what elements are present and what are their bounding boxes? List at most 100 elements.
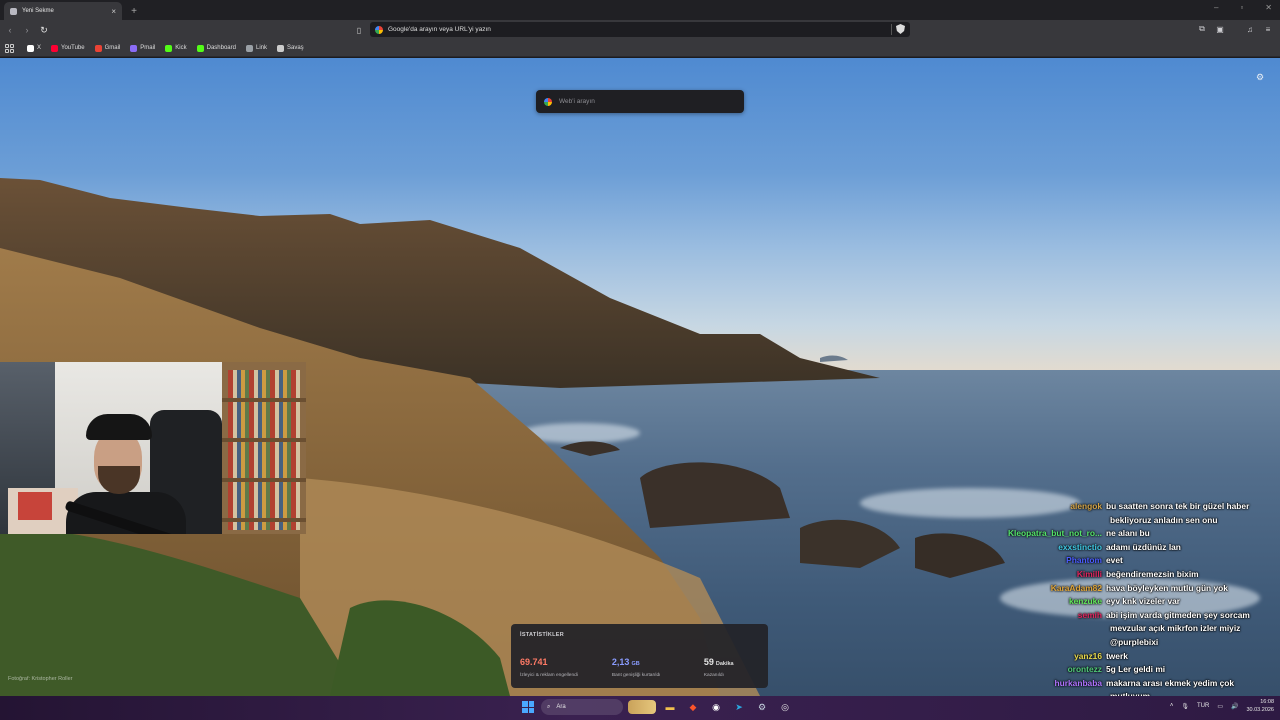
streamer-beard	[98, 466, 140, 494]
language-indicator[interactable]: TUR	[1197, 703, 1209, 709]
widgets-icon[interactable]	[628, 700, 656, 714]
chat-username[interactable]: Kleopatra_but_not_ro...	[960, 527, 1106, 541]
chat-message-continuation: mevzular açık mikrfon izler miyiz	[960, 622, 1278, 636]
chat-message: alengok bu saatten sonra tek bir güzel ha…	[960, 500, 1278, 514]
chat-text: mevzular açık mikrfon izler miyiz	[1110, 623, 1241, 634]
chat-text: twerk	[1106, 650, 1128, 661]
chat-message: kenzuke eyv knk vizeler var	[960, 595, 1278, 609]
bookmark-label: Savaş	[287, 45, 304, 51]
web-search-placeholder: Web'i arayın	[559, 98, 595, 105]
chat-username[interactable]: orontezz	[960, 663, 1106, 677]
chat-username[interactable]: yanz16	[960, 650, 1106, 664]
chat-username[interactable]: kenzuke	[960, 595, 1106, 609]
stat-time: 59 Dakika Kazanıldı	[704, 652, 759, 678]
media-icon[interactable]: ♫	[1244, 23, 1256, 35]
bookmark-6[interactable]: Link	[243, 42, 270, 55]
gmail-icon	[94, 44, 102, 52]
steam-icon[interactable]: ⚙	[753, 698, 771, 716]
chat-message: KaraAdam82 hava böyleyken mutlu gün yok	[960, 582, 1278, 596]
toolbar-spacer	[1232, 23, 1238, 35]
obs-icon[interactable]: ◎	[776, 698, 794, 716]
chat-username[interactable]: exxstinctio	[960, 541, 1106, 555]
chat-text: hava böyleyken mutlu gün yok	[1106, 582, 1228, 593]
microphone-icon[interactable]: 🎙	[1181, 703, 1189, 710]
wallet-icon[interactable]: ▣	[1214, 23, 1226, 35]
new-tab-button[interactable]: +	[126, 2, 142, 20]
network-icon[interactable]: ▭	[1217, 703, 1223, 710]
window-controls: – ▫ ✕	[1214, 3, 1272, 12]
kick-icon	[165, 44, 173, 52]
bookmark-2[interactable]: Gmail	[92, 42, 124, 55]
bookmark-list: X YouTube Gmail Pmail Kick Dashboard Link Savaş	[24, 42, 307, 55]
bookmark-label: Dashboard	[206, 45, 236, 51]
chat-message: hurkanbaba makarna arası ekmek yedim çok	[960, 677, 1278, 691]
chat-username[interactable]: Phantom	[960, 554, 1106, 568]
bookmark-1[interactable]: YouTube	[48, 42, 88, 55]
taskbar-search[interactable]: ⌕ Ara	[541, 699, 623, 715]
bookmarks-bar: X YouTube Gmail Pmail Kick Dashboard Link Savaş	[0, 40, 1280, 57]
close-window-button[interactable]: ✕	[1265, 3, 1272, 12]
forward-icon[interactable]: ›	[20, 23, 34, 37]
windows-start-icon[interactable]	[520, 699, 536, 715]
chat-username[interactable]: KaraAdam82	[960, 582, 1106, 596]
apps-grid-icon[interactable]	[5, 43, 14, 53]
brave-shields-icon[interactable]	[896, 24, 905, 34]
chat-username[interactable]: hurkanbaba	[960, 677, 1106, 691]
chat-message-continuation: @purplebixi	[960, 636, 1278, 650]
bookmark-7[interactable]: Savaş	[274, 42, 307, 55]
minimize-button[interactable]: –	[1214, 3, 1218, 12]
bookmark-4[interactable]: Kick	[162, 42, 189, 55]
tab-title: Yeni Sekme	[22, 8, 54, 14]
chat-username[interactable]: semih	[960, 609, 1106, 623]
taskbar-apps: ⌕ Ara ▬ ◆ ◉ ➤ ⚙ ◎	[520, 698, 794, 716]
bookmark-label: Link	[255, 45, 267, 51]
clock-date: 30.03.2026	[1246, 707, 1274, 713]
menu-icon[interactable]: ≡	[1262, 23, 1274, 35]
bookmark-label: Pmail	[140, 45, 156, 51]
reload-icon[interactable]: ↻	[37, 23, 51, 37]
stat-bandwidth-value: 2,13	[611, 657, 630, 667]
bookmark-icon[interactable]: ▯	[352, 23, 366, 37]
back-icon[interactable]: ‹	[3, 23, 17, 37]
brave-icon[interactable]: ◆	[684, 698, 702, 716]
telegram-icon[interactable]: ➤	[730, 698, 748, 716]
chat-username[interactable]: alengok	[960, 500, 1106, 514]
streamlabs-icon[interactable]: ◉	[707, 698, 725, 716]
chat-text: @purplebixi	[1110, 636, 1159, 647]
address-bar[interactable]: Google'da arayın veya URL'yi yazın	[370, 22, 910, 37]
chat-message: Kimilli beğendiremezsin bixim	[960, 568, 1278, 582]
file-explorer-icon[interactable]: ▬	[661, 698, 679, 716]
web-search-box[interactable]: Web'i arayın	[536, 90, 744, 113]
stats-row: 69.741 İzleyici & reklam engellendi 2,13…	[520, 652, 759, 678]
maximize-button[interactable]: ▫	[1240, 3, 1243, 12]
bookmark-3[interactable]: Pmail	[127, 42, 158, 55]
photo-credit[interactable]: Fotoğraf: Kristopher Roller	[8, 676, 73, 682]
chat-message: semih abi işim varda gitmeden şey sorcam	[960, 609, 1278, 623]
close-tab-icon[interactable]: ×	[111, 7, 116, 16]
toolbar-actions: ⧉ ▣ ♫ ≡	[1196, 23, 1274, 35]
chat-message: exxstinctio adamı üzdünüz lan	[960, 541, 1278, 555]
chat-message: Kleopatra_but_not_ro... ne alanı bu	[960, 527, 1278, 541]
bookmark-5[interactable]: Dashboard	[194, 42, 239, 55]
webcam-overlay	[0, 362, 306, 534]
chat-text: adamı üzdünüz lan	[1106, 541, 1181, 552]
bookmark-label: YouTube	[61, 45, 85, 51]
x-icon	[27, 44, 34, 52]
extensions-icon[interactable]: ⧉	[1196, 23, 1208, 35]
stat-bandwidth: 2,13 GB Bant genişliği kurtarıldı	[612, 652, 704, 678]
tab-new-tab[interactable]: Yeni Sekme ×	[4, 2, 122, 20]
volume-icon[interactable]: 🔊	[1231, 703, 1238, 710]
clock[interactable]: 16:08 30.03.2026	[1246, 698, 1274, 714]
chat-username[interactable]: Kimilli	[960, 568, 1106, 582]
bookmark-0[interactable]: X	[24, 42, 44, 55]
stat-trackers-label: İzleyici & reklam engellendi	[520, 673, 578, 678]
stats-title: İSTATİSTİKLER	[520, 632, 565, 638]
system-tray: ˄ 🎙 TUR ▭ 🔊 16:08 30.03.2026	[1170, 698, 1274, 714]
tray-chevron-icon[interactable]: ˄	[1170, 703, 1174, 709]
settings-gear-icon[interactable]: ⚙	[1256, 72, 1266, 82]
chat-message: yanz16 twerk	[960, 650, 1278, 664]
brave-tab-icon	[10, 7, 17, 15]
chat-message: orontezz 5g Ler geldi mi	[960, 663, 1278, 677]
brave-stats-widget: İSTATİSTİKLER 69.741 İzleyici & reklam e…	[511, 624, 768, 688]
bookmark-label: Gmail	[104, 45, 121, 51]
